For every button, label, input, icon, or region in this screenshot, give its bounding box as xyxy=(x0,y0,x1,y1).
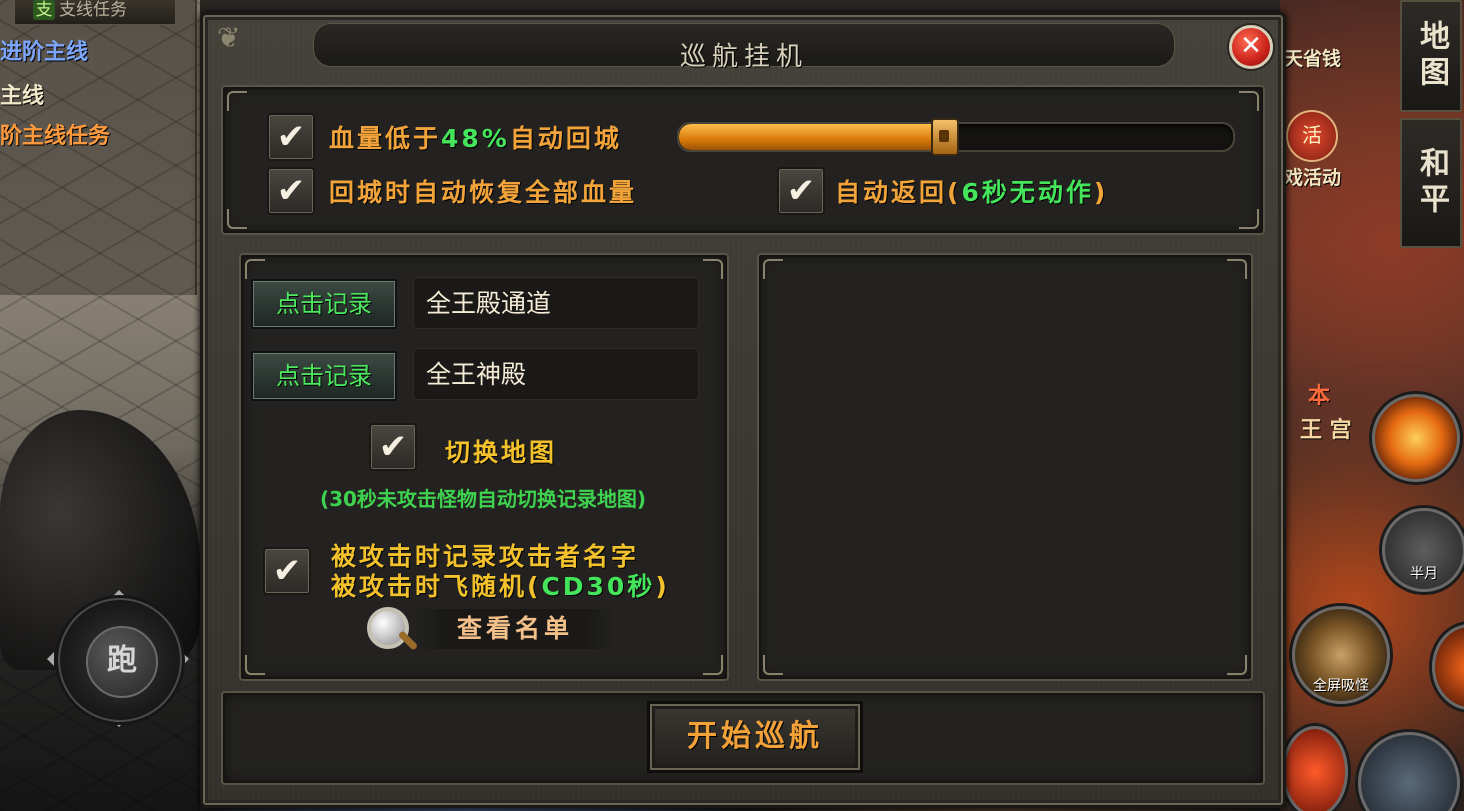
joystick-up-icon xyxy=(112,583,126,597)
view-list-button[interactable]: 查看名单 xyxy=(367,605,617,653)
event-label[interactable]: 戏活动 xyxy=(1284,163,1341,190)
corner-ornament xyxy=(1239,91,1259,111)
corner-ornament xyxy=(703,259,723,279)
quest-type-icon: 支 xyxy=(33,0,55,20)
restore-hp-checkbox[interactable]: ✔ xyxy=(267,167,315,215)
attacked-line-2-prefix: 被攻击时飞随机( xyxy=(331,572,542,601)
auto-return-label: 自动返回(6秒无动作) xyxy=(835,173,1108,209)
half-moon-skill-button[interactable]: 半月 xyxy=(1382,508,1464,592)
map-label: 本 xyxy=(1308,384,1331,409)
corner-ornament xyxy=(227,91,247,111)
attacked-checkbox[interactable]: ✔ xyxy=(263,547,311,595)
map-button[interactable]: 地图 xyxy=(1400,0,1462,112)
hp-slider-fill xyxy=(679,124,945,150)
auto-return-prefix: 自动返回( xyxy=(835,178,962,207)
hp-slider-handle[interactable] xyxy=(931,118,959,156)
quest-header-label: 支线任务 xyxy=(59,0,127,20)
virtual-joystick[interactable]: 跑 xyxy=(58,598,182,722)
fire-skill-icon[interactable] xyxy=(1372,394,1460,482)
red-skill-icon[interactable] xyxy=(1282,726,1348,811)
record-location-2: 全王神殿 xyxy=(413,348,699,400)
hp-return-prefix: 血量低于 xyxy=(329,124,442,153)
attacked-cooldown: CD30秒 xyxy=(541,572,656,601)
corner-ornament xyxy=(703,655,723,675)
restore-hp-label: 回城时自动恢复全部血量 xyxy=(329,178,638,207)
quest-item[interactable]: 主线 xyxy=(0,78,44,110)
dialog-title: 巡航挂机 xyxy=(679,42,808,72)
switch-map-label: 切换地图 xyxy=(445,438,558,467)
attacked-line-2: 被攻击时飞随机(CD30秒) xyxy=(331,567,670,603)
title-bar: 巡航挂机 xyxy=(313,23,1175,72)
map-label: 王 宫 xyxy=(1300,418,1352,443)
corner-ornament xyxy=(1227,655,1247,675)
auto-return-checkbox[interactable]: ✔ xyxy=(777,167,825,215)
options-panel xyxy=(221,85,1265,235)
joystick-right-icon xyxy=(182,652,196,666)
record-location-1: 全王殿通道 xyxy=(413,277,699,329)
quest-tracker-header[interactable]: 支支线任务 xyxy=(14,0,176,25)
corner-ornament xyxy=(763,655,783,675)
start-cruise-button[interactable]: 开始巡航 xyxy=(647,701,863,773)
corner-ornament xyxy=(1239,209,1259,229)
hp-threshold-value: 48% xyxy=(441,124,510,153)
quest-item[interactable]: 进阶主线 xyxy=(0,34,88,66)
quest-item[interactable]: 阶主线任务 xyxy=(0,118,110,150)
attacked-line-2-suffix: ) xyxy=(655,572,670,601)
peace-mode-button[interactable]: 和平 xyxy=(1400,118,1462,248)
joystick-down-icon xyxy=(112,720,126,734)
auto-return-value: 6秒无动作 xyxy=(961,178,1094,207)
shop-label[interactable]: 天省钱 xyxy=(1284,44,1341,71)
corner-ornament xyxy=(763,259,783,279)
magnifier-icon xyxy=(367,607,409,649)
joystick-left-icon xyxy=(40,652,54,666)
skill-label: 半月 xyxy=(1410,566,1438,582)
corner-ornament xyxy=(1227,259,1247,279)
event-icon[interactable]: 活 xyxy=(1286,110,1338,162)
view-list-label: 查看名单 xyxy=(415,609,615,649)
record-button-1[interactable]: 点击记录 xyxy=(251,279,397,329)
quest-tracker: 支支线任务 进阶主线 主线 阶主线任务 xyxy=(0,0,197,295)
corner-ornament xyxy=(245,259,265,279)
wing-ornament-icon: ❦ xyxy=(217,21,241,54)
auto-return-suffix: ) xyxy=(1093,178,1109,207)
cruise-afk-dialog: ❦ ❦ 巡航挂机 ✕ ✔ 血量低于48%自动回城 ✔ 回城时自动恢复全部血量 ✔… xyxy=(200,12,1286,808)
close-button[interactable]: ✕ xyxy=(1229,25,1273,69)
skill-label: 全屏吸怪 xyxy=(1313,678,1369,694)
run-button[interactable]: 跑 xyxy=(86,626,158,698)
record-button-2[interactable]: 点击记录 xyxy=(251,351,397,401)
hp-return-suffix: 自动回城 xyxy=(509,124,622,153)
corner-ornament xyxy=(227,209,247,229)
hp-return-label: 血量低于48%自动回城 xyxy=(329,119,622,155)
corner-ornament xyxy=(245,655,265,675)
hp-return-checkbox[interactable]: ✔ xyxy=(267,113,315,161)
switch-map-checkbox[interactable]: ✔ xyxy=(369,423,417,471)
switch-map-hint: (30秒未攻击怪物自动切换记录地图) xyxy=(319,487,647,511)
pull-monsters-skill-button[interactable]: 全屏吸怪 xyxy=(1292,606,1390,704)
attacker-list-panel xyxy=(757,253,1253,681)
